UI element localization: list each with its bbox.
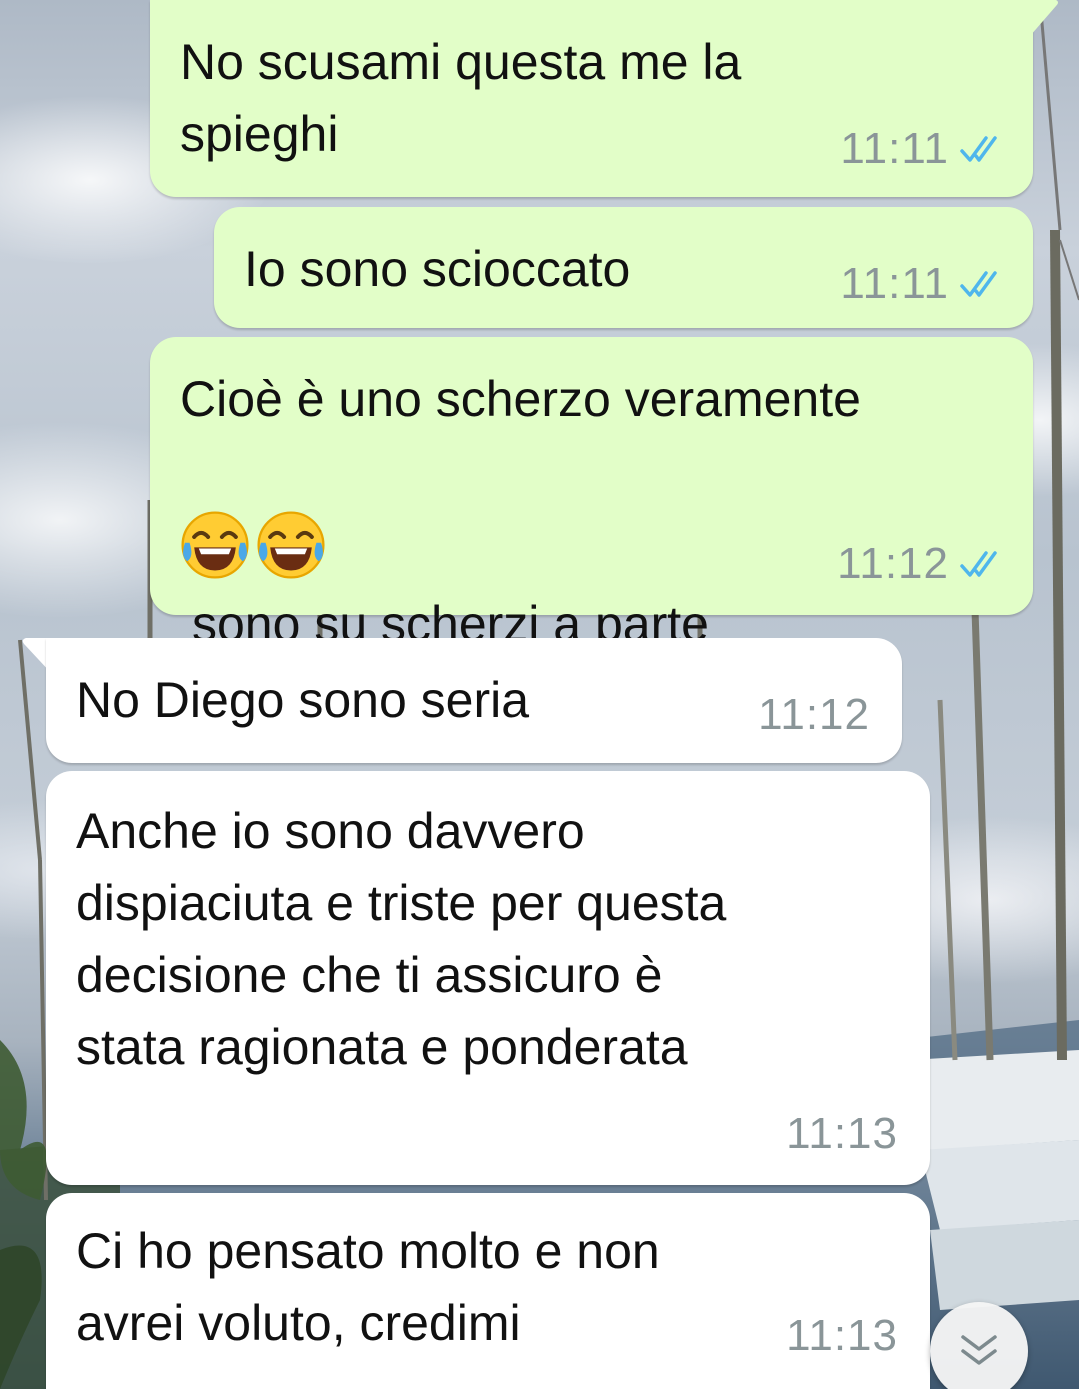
- outgoing-message[interactable]: Cioè è uno scherzo veramente sono su sch…: [150, 337, 1033, 652]
- scroll-to-bottom-button[interactable]: [930, 1302, 1028, 1389]
- message-text: No Diego sono seria: [76, 672, 530, 728]
- outgoing-message[interactable]: Io sono scioccato 11:11: [214, 207, 1033, 328]
- message-time: 11:13: [786, 1109, 898, 1158]
- incoming-message[interactable]: Ci ho pensato molto e non avrei voluto, …: [46, 1193, 930, 1389]
- message-time: 11:11: [840, 259, 949, 308]
- face-with-tears-of-joy-icon: [257, 511, 325, 579]
- message-time: 11:13: [786, 1311, 898, 1360]
- read-receipt-icon: [960, 136, 997, 162]
- incoming-message[interactable]: No Diego sono seria 11:12: [46, 638, 902, 763]
- read-receipt-icon: [960, 271, 997, 297]
- message-text: Ci ho pensato molto e non avrei voluto, …: [76, 1223, 660, 1351]
- bubble-tail: [1030, 0, 1058, 36]
- message-time: 11:12: [837, 539, 949, 588]
- message-text-line: Cioè è uno scherzo veramente: [180, 371, 861, 427]
- message-text-line-with-emoji: sono su scherzi a parte: [178, 439, 709, 660]
- message-time: 11:11: [840, 124, 949, 173]
- read-receipt-icon: [960, 551, 997, 577]
- message-time: 11:12: [758, 690, 870, 739]
- face-with-tears-of-joy-icon: [181, 511, 249, 579]
- outgoing-message[interactable]: No scusami questa me la spieghi 11:11: [150, 0, 1033, 197]
- double-chevron-down-icon: [961, 1335, 997, 1365]
- incoming-message[interactable]: Anche io sono davvero dispiaciuta e tris…: [46, 771, 930, 1185]
- message-text: Io sono scioccato: [244, 241, 631, 297]
- message-text: Anche io sono davvero dispiaciuta e tris…: [76, 803, 727, 1075]
- message-text: No scusami questa me la spieghi: [180, 34, 742, 162]
